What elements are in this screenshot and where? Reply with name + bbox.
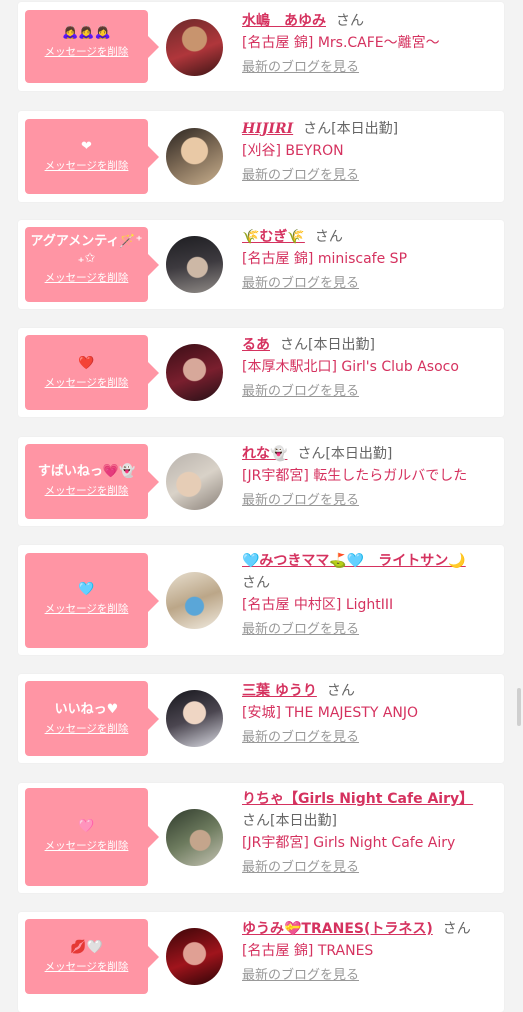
message-bubble: 🩷 メッセージを削除 — [25, 788, 159, 886]
shop-label: [名古屋 錦] miniscafe SP — [242, 251, 408, 267]
avatar[interactable] — [166, 453, 223, 510]
profile-info: るあ さん[本日出勤] [本厚木駅北口] Girl's Club Asoco 最新… — [242, 334, 492, 402]
avatar[interactable] — [166, 809, 223, 866]
message-text: いいねっ♥ — [54, 702, 119, 717]
profile-info: ゆうみ💝TRANES(トラネス) さん [名古屋 錦] TRANES 最新のブログ… — [242, 918, 492, 986]
message-card: 🙇‍♀️🙇‍♀️🙇‍♀️ メッセージを削除 水嶋 あゆみ さん [名古屋 錦] M… — [18, 2, 504, 91]
latest-blog-link[interactable]: 最新のブログを見る — [242, 966, 492, 986]
message-text: 💋🤍 — [70, 940, 103, 955]
delete-message-link[interactable]: メッセージを削除 — [25, 484, 148, 498]
latest-blog-link[interactable]: 最新のブログを見る — [242, 728, 492, 748]
delete-message-link[interactable]: メッセージを削除 — [25, 159, 148, 173]
message-card: ❤️ メッセージを削除 るあ さん[本日出勤] [本厚木駅北口] Girl's C… — [18, 328, 504, 417]
honorific-label: さん — [336, 13, 364, 29]
shop-label: [安城] THE MAJESTY ANJO — [242, 705, 419, 721]
cast-name-link[interactable]: 🩵みつきママ⛳️🩵 ライトサン🌙 — [242, 553, 466, 569]
message-card: ❤ メッセージを削除 HIJIRI さん[本日出勤] [刈谷] BEYRON 最新… — [18, 111, 504, 202]
avatar[interactable] — [166, 19, 223, 76]
latest-blog-link[interactable]: 最新のブログを見る — [242, 620, 492, 640]
message-text: すばいねっ💗👻 — [37, 464, 136, 479]
message-card: 💋🤍 メッセージを削除 ゆうみ💝TRANES(トラネス) さん [名古屋 錦] T… — [18, 912, 504, 1012]
latest-blog-link[interactable]: 最新のブログを見る — [242, 166, 492, 186]
avatar[interactable] — [166, 928, 223, 985]
honorific-label: さん[本日出勤] — [303, 121, 399, 137]
avatar[interactable] — [166, 236, 223, 293]
delete-message-link[interactable]: メッセージを削除 — [25, 45, 148, 59]
cast-name-link[interactable]: 🌾むぎ🌾 — [242, 229, 305, 245]
delete-message-link[interactable]: メッセージを削除 — [25, 271, 148, 285]
message-card: アグアメンティ🪄⁺₊✩ メッセージを削除 🌾むぎ🌾 さん [名古屋 錦] mini… — [18, 220, 504, 309]
honorific-label: さん — [242, 575, 270, 591]
profile-info: 水嶋 あゆみ さん [名古屋 錦] Mrs.CAFE〜離宮〜 最新のブログを見る — [242, 10, 492, 78]
cast-name-link[interactable]: 水嶋 あゆみ — [242, 13, 326, 29]
message-card: 🩷 メッセージを削除 りちゃ【Girls Night Cafe Airy】 さん[… — [18, 783, 504, 893]
scrollbar[interactable] — [517, 688, 521, 726]
delete-message-link[interactable]: メッセージを削除 — [25, 960, 148, 974]
delete-message-link[interactable]: メッセージを削除 — [25, 839, 148, 853]
delete-message-link[interactable]: メッセージを削除 — [25, 376, 148, 390]
message-text: ❤ — [81, 139, 92, 154]
shop-label: [名古屋 錦] Mrs.CAFE〜離宮〜 — [242, 35, 440, 51]
latest-blog-link[interactable]: 最新のブログを見る — [242, 382, 492, 402]
shop-label: [本厚木駅北口] Girl's Club Asoco — [242, 359, 459, 375]
avatar[interactable] — [166, 128, 223, 185]
honorific-label: さん — [442, 921, 471, 937]
latest-blog-link[interactable]: 最新のブログを見る — [242, 491, 492, 511]
profile-info: HIJIRI さん[本日出勤] [刈谷] BEYRON 最新のブログを見る — [242, 118, 492, 186]
honorific-label: さん[本日出勤] — [242, 813, 337, 829]
latest-blog-link[interactable]: 最新のブログを見る — [242, 858, 492, 878]
honorific-label: さん — [314, 229, 343, 245]
message-bubble: いいねっ♥ メッセージを削除 — [25, 681, 159, 756]
latest-blog-link[interactable]: 最新のブログを見る — [242, 274, 492, 294]
shop-label: [JR宇都宮] 転生したらガルバでした — [242, 468, 468, 484]
message-bubble: 🙇‍♀️🙇‍♀️🙇‍♀️ メッセージを削除 — [25, 10, 159, 83]
cast-name-link[interactable]: ゆうみ💝TRANES(トラネス) — [242, 921, 433, 937]
profile-info: りちゃ【Girls Night Cafe Airy】 さん[本日出勤] [JR宇都… — [242, 788, 492, 878]
message-bubble: ❤️ メッセージを削除 — [25, 335, 159, 410]
profile-info: 三葉 ゆうり さん [安城] THE MAJESTY ANJO 最新のブログを見る — [242, 680, 492, 748]
message-bubble: アグアメンティ🪄⁺₊✩ メッセージを削除 — [25, 227, 159, 302]
honorific-label: さん[本日出勤] — [280, 337, 375, 353]
message-text: 🩵 — [78, 582, 95, 597]
message-text: アグアメンティ🪄⁺₊✩ — [30, 234, 143, 266]
message-text: 🩷 — [78, 819, 95, 834]
message-bubble: ❤ メッセージを削除 — [25, 119, 159, 194]
shop-label: [名古屋 錦] TRANES — [242, 943, 374, 959]
avatar[interactable] — [166, 344, 223, 401]
cast-name-link[interactable]: れな👻 — [242, 446, 287, 462]
message-text: 🙇‍♀️🙇‍♀️🙇‍♀️ — [62, 25, 111, 40]
shop-label: [名古屋 中村区] LightIII — [242, 597, 394, 613]
honorific-label: さん — [326, 683, 355, 699]
delete-message-link[interactable]: メッセージを削除 — [25, 722, 148, 736]
profile-info: 🩵みつきママ⛳️🩵 ライトサン🌙 さん [名古屋 中村区] LightIII 最新… — [242, 550, 492, 640]
profile-info: れな👻 さん[本日出勤] [JR宇都宮] 転生したらガルバでした 最新のブログを見… — [242, 443, 492, 511]
cast-name-link[interactable]: 三葉 ゆうり — [242, 683, 317, 699]
latest-blog-link[interactable]: 最新のブログを見る — [242, 58, 492, 78]
cast-name-link[interactable]: るあ — [242, 337, 270, 353]
message-card: 🩵 メッセージを削除 🩵みつきママ⛳️🩵 ライトサン🌙 さん [名古屋 中村区] … — [18, 545, 504, 655]
cast-name-link[interactable]: りちゃ【Girls Night Cafe Airy】 — [242, 791, 473, 807]
shop-label: [JR宇都宮] Girls Night Cafe Airy — [242, 835, 456, 851]
message-bubble: 🩵 メッセージを削除 — [25, 553, 159, 648]
shop-label: [刈谷] BEYRON — [242, 143, 344, 159]
message-card: すばいねっ💗👻 メッセージを削除 れな👻 さん[本日出勤] [JR宇都宮] 転生し… — [18, 437, 504, 526]
cast-name-link[interactable]: HIJIRI — [242, 121, 293, 137]
message-bubble: すばいねっ💗👻 メッセージを削除 — [25, 444, 159, 519]
delete-message-link[interactable]: メッセージを削除 — [25, 602, 148, 616]
message-text: ❤️ — [78, 356, 95, 371]
avatar[interactable] — [166, 690, 223, 747]
message-bubble: 💋🤍 メッセージを削除 — [25, 919, 159, 994]
profile-info: 🌾むぎ🌾 さん [名古屋 錦] miniscafe SP 最新のブログを見る — [242, 226, 492, 294]
avatar[interactable] — [166, 572, 223, 629]
message-card: いいねっ♥ メッセージを削除 三葉 ゆうり さん [安城] THE MAJESTY… — [18, 674, 504, 763]
honorific-label: さん[本日出勤] — [297, 446, 393, 462]
